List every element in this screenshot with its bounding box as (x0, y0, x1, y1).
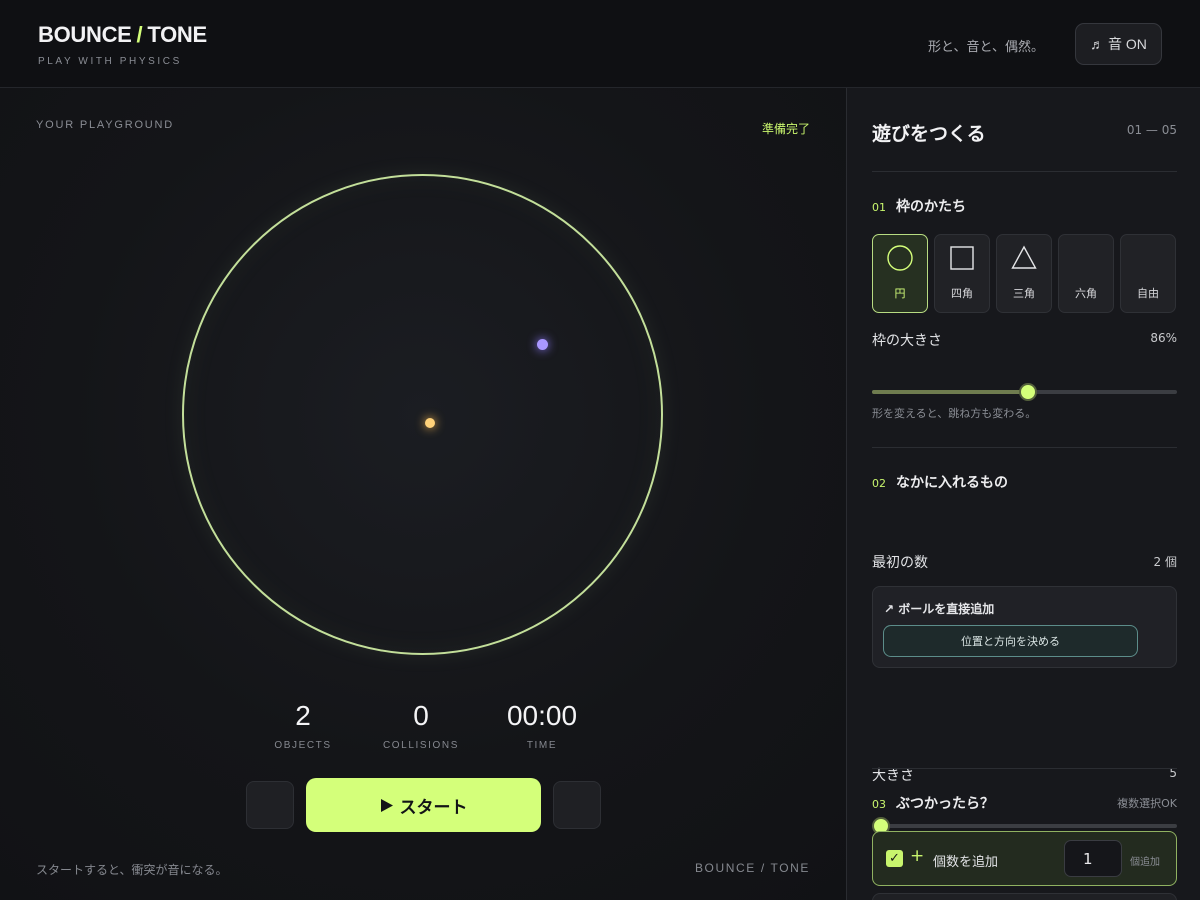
slider-track (872, 824, 1177, 828)
shape-selector: 円 四角 三角 六角 自由 (872, 234, 1177, 313)
add-count-unit: 個追加 (1130, 857, 1160, 868)
shape-option-label: 六角 (1075, 287, 1097, 300)
slider-thumb[interactable] (1018, 383, 1037, 401)
ball-size-label: 大きさ (872, 768, 914, 784)
section-on-collision: 03 ぶつかったら？ 複数選択OK (872, 793, 1177, 813)
frame-size-label: 枠の大きさ (872, 333, 942, 349)
sound-toggle-label: ♬ 音 ON (1090, 36, 1147, 52)
shape-option-label: 自由 (1137, 287, 1159, 300)
stat-objects: 2 OBJECTS (243, 700, 363, 751)
add-ball-card: ↗ ボールを直接追加 位置と方向を決める (872, 586, 1177, 668)
header-tagline: 形と、音と、偶然。 (928, 40, 1044, 55)
stat-collisions-value: 0 (413, 700, 429, 731)
panel-header: 遊びをつくる 01 — 05 (872, 119, 1177, 146)
triangle-icon (1011, 245, 1037, 269)
frame-size-row: 枠の大きさ 86% (872, 330, 1177, 350)
section-number: 03 (872, 798, 886, 811)
stage-status: 準備完了 (761, 122, 810, 136)
stat-time-label: TIME (526, 740, 558, 751)
brand-title: BOUNCE / TONE (38, 22, 207, 48)
section-header: 01 枠のかたち (872, 196, 1177, 216)
square-icon (950, 246, 974, 270)
shape-option-square[interactable]: 四角 (934, 234, 990, 313)
stat-time: 00:00 TIME (482, 700, 602, 751)
shape-option-circle[interactable]: 円 (872, 234, 928, 313)
sound-toggle-button[interactable]: ♬ 音 ON (1075, 23, 1162, 65)
multi-select-note: 複数選択OK (1117, 797, 1177, 810)
option-add-count[interactable]: ✓ + 個数を追加 個追加 (872, 831, 1177, 886)
divider (872, 171, 1177, 172)
plus-icon: + (910, 846, 925, 866)
arena-circle[interactable] (182, 174, 663, 655)
set-position-direction-label: 位置と方向を決める (961, 636, 1060, 648)
reset-button[interactable] (246, 781, 294, 829)
shape-option-triangle[interactable]: 三角 (996, 234, 1052, 313)
shape-option-hexagon[interactable]: 六角 (1058, 234, 1114, 313)
frame-size-hint: 形を変えると、跳ね方も変わる。 (872, 407, 1037, 420)
shape-option-label: 四角 (951, 287, 973, 300)
ball-purple (537, 339, 548, 350)
divider (872, 447, 1177, 448)
initial-count-row: 最初の数 2 個 (872, 552, 1177, 572)
frame-size-value: 86% (1150, 331, 1177, 345)
brand: BOUNCE / TONE PLAY WITH PHYSICS (38, 22, 207, 67)
start-button[interactable]: スタート (306, 778, 541, 832)
initial-count-label: 最初の数 (872, 555, 928, 571)
section-contents: 02 なかに入れるもの (872, 472, 1177, 492)
next-option-card[interactable] (872, 893, 1177, 900)
step-button[interactable] (553, 781, 601, 829)
settings-panel: 遊びをつくる 01 — 05 01 枠のかたち 円 四角 三角 六角 自由 枠の… (846, 88, 1200, 900)
circle-icon (887, 245, 913, 271)
shape-option-freeform[interactable]: 自由 (1120, 234, 1176, 313)
section-number: 01 (872, 201, 886, 214)
stat-collisions: 0 COLLISIONS (361, 700, 481, 751)
divider (872, 768, 1177, 769)
section-title: 枠のかたち (896, 199, 966, 215)
section-number: 02 (872, 477, 886, 490)
section-frame-shape: 01 枠のかたち (872, 196, 1177, 216)
playground-stage: YOUR PLAYGROUND 準備完了 2 OBJECTS 0 COLLISI… (0, 88, 846, 900)
stats-row: 2 OBJECTS 0 COLLISIONS 00:00 TIME (0, 700, 846, 760)
brand-slash: / (136, 22, 143, 47)
frame-size-slider[interactable] (872, 382, 1177, 402)
shape-option-label: 円 (894, 287, 906, 300)
option-add-count-label: 個数を追加 (933, 855, 999, 870)
stat-objects-value: 2 (295, 700, 311, 731)
section-title: ぶつかったら？ (896, 796, 994, 812)
check-icon[interactable]: ✓ (886, 850, 903, 867)
ball-yellow (425, 418, 435, 428)
panel-step: 01 — 05 (1126, 123, 1177, 137)
stage-footer-hint: スタートすると、衝突が音になる。 (36, 863, 228, 877)
stage-footer-brand: BOUNCE / TONE (694, 861, 810, 875)
slider-fill (872, 390, 1028, 394)
start-button-label: スタート (399, 797, 468, 817)
initial-count-value: 2 個 (1153, 555, 1177, 569)
brand-word-bounce: BOUNCE (38, 22, 132, 47)
stat-collisions-label: COLLISIONS (382, 740, 460, 751)
brand-subtitle: PLAY WITH PHYSICS (38, 56, 182, 67)
app-header: BOUNCE / TONE PLAY WITH PHYSICS 形と、音と、偶然。 … (0, 0, 1200, 88)
add-ball-title: ↗ ボールを直接追加 (884, 602, 995, 616)
stage-label: YOUR PLAYGROUND (36, 119, 175, 131)
shape-option-label: 三角 (1013, 287, 1035, 300)
stat-time-value: 00:00 (506, 700, 578, 731)
section-title: なかに入れるもの (896, 475, 1008, 491)
play-icon (380, 798, 393, 812)
stat-objects-label: OBJECTS (274, 740, 332, 751)
brand-word-tone: TONE (147, 22, 207, 47)
section-header: 02 なかに入れるもの (872, 472, 1177, 492)
add-count-input[interactable] (1064, 840, 1122, 877)
set-position-direction-button[interactable]: 位置と方向を決める (883, 625, 1138, 657)
